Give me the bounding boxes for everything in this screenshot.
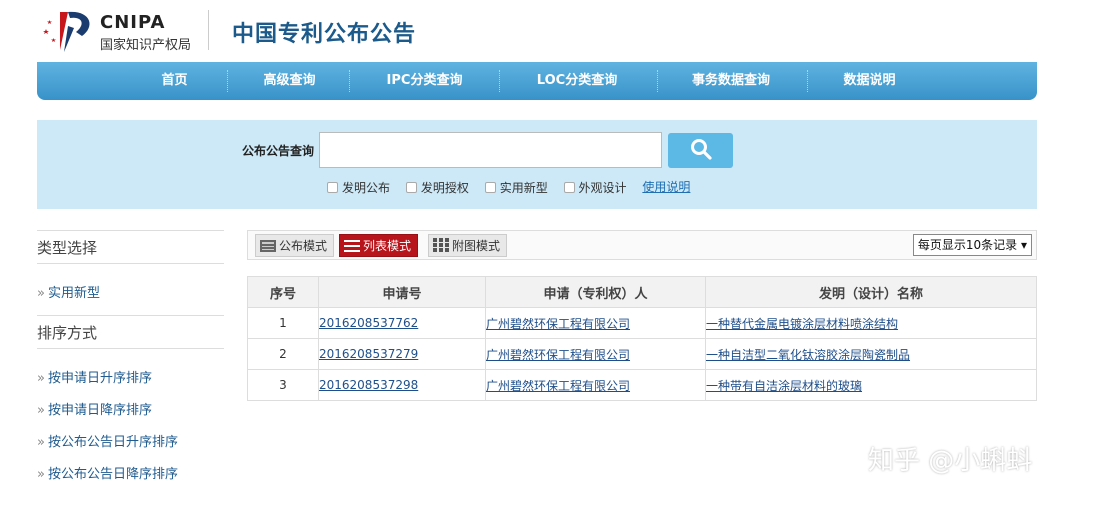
invention-title-link[interactable]: 一种替代金属电镀涂层材料喷涂结构 [706, 317, 898, 331]
row-index: 3 [247, 369, 319, 401]
nav-item-advanced-search[interactable]: 高级查询 [237, 62, 342, 100]
application-number-link[interactable]: 2016208537762 [319, 316, 418, 330]
table-row: 1 2016208537762 广州碧然环保工程有限公司 一种替代金属电镀涂层材… [247, 307, 1037, 339]
sidebar-item-label: 实用新型 [47, 286, 100, 301]
nav-item-loc-search[interactable]: LOC分类查询 [512, 62, 642, 100]
nav-separator [227, 70, 228, 92]
sort-publish-date-desc[interactable]: » 按公布公告日降序排序 [37, 463, 224, 482]
grid-icon [433, 238, 449, 252]
type-filter-checkboxes: 发明公布 发明授权 实用新型 外观设计 使用说明 [327, 178, 690, 196]
application-number-link[interactable]: 2016208537279 [319, 347, 418, 361]
watermark: 知乎 @小蝌蚪 [868, 446, 1033, 476]
col-header-index: 序号 [247, 276, 319, 308]
checkbox-label: 外观设计 [578, 181, 627, 195]
sidebar-item-label: 按申请日降序排序 [47, 403, 152, 418]
site-header: CNIPA 国家知识产权局 中国专利公布公告 [0, 0, 1102, 62]
table-header-row: 序号 申请号 申请（专利权）人 发明（设计）名称 [247, 276, 1037, 308]
results-table: 序号 申请号 申请（专利权）人 发明（设计）名称 1 2016208537762… [247, 276, 1037, 401]
col-header-application-no: 申请号 [318, 276, 486, 308]
search-input[interactable] [319, 132, 662, 168]
nav-separator [807, 70, 808, 92]
checkbox-label: 发明授权 [420, 181, 469, 195]
mode-label: 列表模式 [363, 239, 412, 253]
chevron-right-icon: » [37, 435, 45, 450]
search-icon [690, 139, 712, 160]
search-panel: 公布公告查询 发明公布 发明授权 实用新型 外观设计 使用说明 [37, 120, 1037, 209]
checkbox-box[interactable] [484, 182, 496, 193]
sort-publish-date-asc[interactable]: » 按公布公告日升序排序 [37, 431, 224, 450]
main-nav: 首页 高级查询 IPC分类查询 LOC分类查询 事务数据查询 数据说明 [37, 62, 1037, 100]
help-link[interactable]: 使用说明 [642, 180, 690, 194]
table-row: 2 2016208537279 广州碧然环保工程有限公司 一种自洁型二氧化钛溶胶… [247, 338, 1037, 370]
col-header-applicant: 申请（专利权）人 [485, 276, 706, 308]
sort-apply-date-desc[interactable]: » 按申请日降序排序 [37, 399, 224, 418]
sidebar-item-label: 按公布公告日降序排序 [47, 467, 178, 482]
search-button[interactable] [668, 133, 733, 168]
checkbox-invention-grant[interactable]: 发明授权 [405, 179, 469, 196]
checkbox-label: 实用新型 [499, 181, 548, 195]
sidebar-item-label: 按申请日升序排序 [47, 371, 152, 386]
per-page-select[interactable]: 每页显示10条记录 ▾ [912, 234, 1032, 256]
chevron-right-icon: » [37, 403, 45, 418]
invention-title-link[interactable]: 一种带有自洁涂层材料的玻璃 [706, 379, 862, 393]
invention-title-link[interactable]: 一种自洁型二氧化钛溶胶涂层陶瓷制品 [706, 348, 910, 362]
sort-apply-date-asc[interactable]: » 按申请日升序排序 [37, 367, 224, 386]
table-row: 3 2016208537298 广州碧然环保工程有限公司 一种带有自洁涂层材料的… [247, 369, 1037, 401]
view-toolbar: 公布模式 列表模式 附图模式 每页显示10条记录 ▾ [247, 230, 1037, 260]
nav-separator [499, 70, 500, 92]
logo-text-cn: 国家知识产权局 [100, 38, 192, 53]
application-number-link[interactable]: 2016208537298 [319, 378, 418, 392]
nav-separator [349, 70, 350, 92]
checkbox-label: 发明公布 [342, 181, 391, 195]
tab-publication-mode[interactable]: 公布模式 [255, 234, 335, 257]
chevron-right-icon: » [37, 371, 45, 386]
checkbox-design[interactable]: 外观设计 [563, 179, 627, 196]
tab-image-mode[interactable]: 附图模式 [428, 234, 508, 257]
nav-item-ipc-search[interactable]: IPC分类查询 [362, 62, 487, 100]
nav-item-home[interactable]: 首页 [132, 62, 217, 100]
checkbox-box[interactable] [405, 182, 417, 193]
logo-text-en: CNIPA [100, 12, 166, 33]
sidebar-item-label: 按公布公告日升序排序 [47, 435, 178, 450]
cnipa-logo[interactable]: CNIPA 国家知识产权局 [38, 6, 208, 54]
sort-method-title: 排序方式 [37, 315, 224, 349]
checkbox-box[interactable] [563, 182, 575, 193]
mode-label: 公布模式 [279, 239, 328, 253]
type-selection-title: 类型选择 [37, 230, 224, 264]
nav-separator [657, 70, 658, 92]
applicant-link[interactable]: 广州碧然环保工程有限公司 [486, 379, 630, 393]
applicant-link[interactable]: 广州碧然环保工程有限公司 [486, 317, 630, 331]
mode-label: 附图模式 [452, 239, 501, 253]
publication-mode-icon [260, 240, 276, 252]
logo-emblem-icon [43, 11, 90, 52]
chevron-right-icon: » [37, 286, 45, 301]
row-index: 2 [247, 338, 319, 370]
applicant-link[interactable]: 广州碧然环保工程有限公司 [486, 348, 630, 362]
col-header-title: 发明（设计）名称 [705, 276, 1037, 308]
checkbox-box[interactable] [327, 182, 338, 193]
tab-list-mode[interactable]: 列表模式 [339, 234, 419, 257]
search-label: 公布公告查询 [242, 144, 315, 158]
checkbox-utility-model[interactable]: 实用新型 [484, 179, 548, 196]
nav-item-data-description[interactable]: 数据说明 [817, 62, 922, 100]
checkbox-invention-publication[interactable]: 发明公布 [327, 179, 390, 196]
page-title: 中国专利公布公告 [232, 22, 417, 47]
sidebar-item-utility-model[interactable]: » 实用新型 [37, 282, 224, 301]
header-divider [208, 10, 209, 50]
list-mode-icon [344, 240, 360, 252]
row-index: 1 [247, 307, 319, 339]
chevron-right-icon: » [37, 467, 45, 482]
sidebar: 类型选择 » 实用新型 排序方式 » 按申请日升序排序 » 按申请日降序排序 » 按公布… [37, 230, 224, 482]
nav-item-transaction-search[interactable]: 事务数据查询 [667, 62, 795, 100]
